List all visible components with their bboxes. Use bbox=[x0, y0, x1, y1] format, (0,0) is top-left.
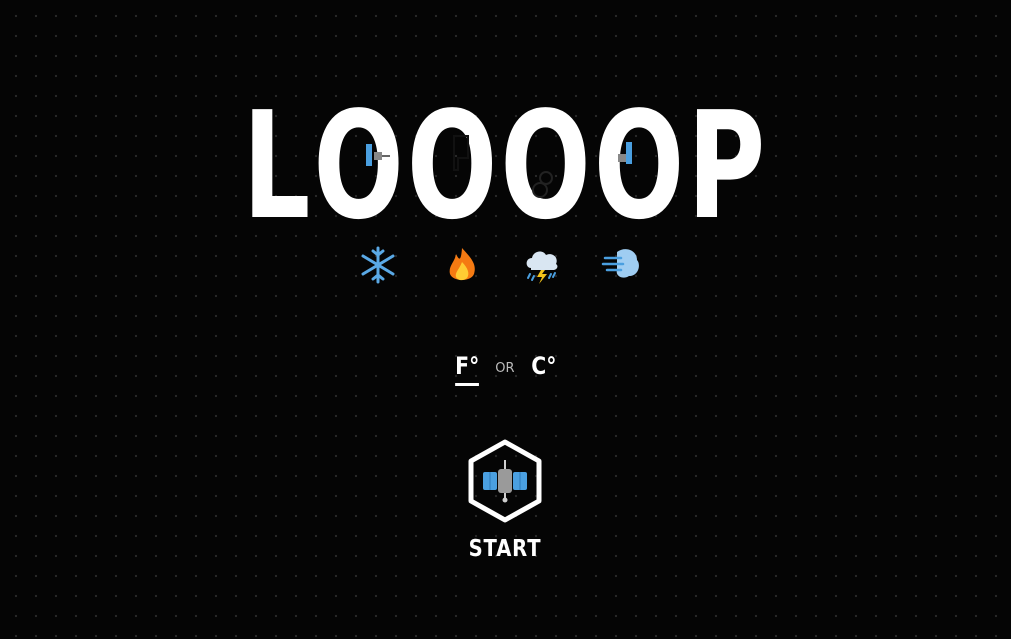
fahrenheit-option[interactable]: F° bbox=[454, 352, 480, 386]
astronaut-icon bbox=[532, 171, 553, 198]
or-label: OR bbox=[495, 361, 515, 376]
flag-icon bbox=[453, 135, 469, 171]
satellite-icon bbox=[366, 144, 390, 166]
snowflake-icon bbox=[357, 244, 399, 286]
logo-letter: O bbox=[313, 80, 407, 252]
start-button[interactable] bbox=[467, 438, 543, 524]
start-label[interactable]: START bbox=[420, 536, 590, 562]
satellite-icon bbox=[618, 142, 632, 164]
logo-letter: L bbox=[242, 80, 314, 252]
temperature-unit-toggle: F° OR C° bbox=[0, 352, 1011, 392]
fire-icon bbox=[441, 244, 483, 286]
storm-cloud-icon bbox=[521, 244, 563, 286]
satellite-icon bbox=[483, 460, 527, 503]
game-logo: LOOOOP bbox=[141, 80, 869, 252]
wind-icon bbox=[601, 244, 643, 286]
logo-letter: P bbox=[687, 80, 769, 252]
celsius-option[interactable]: C° bbox=[531, 352, 556, 383]
hexagon-frame bbox=[468, 439, 542, 523]
weather-icons bbox=[0, 244, 1011, 286]
